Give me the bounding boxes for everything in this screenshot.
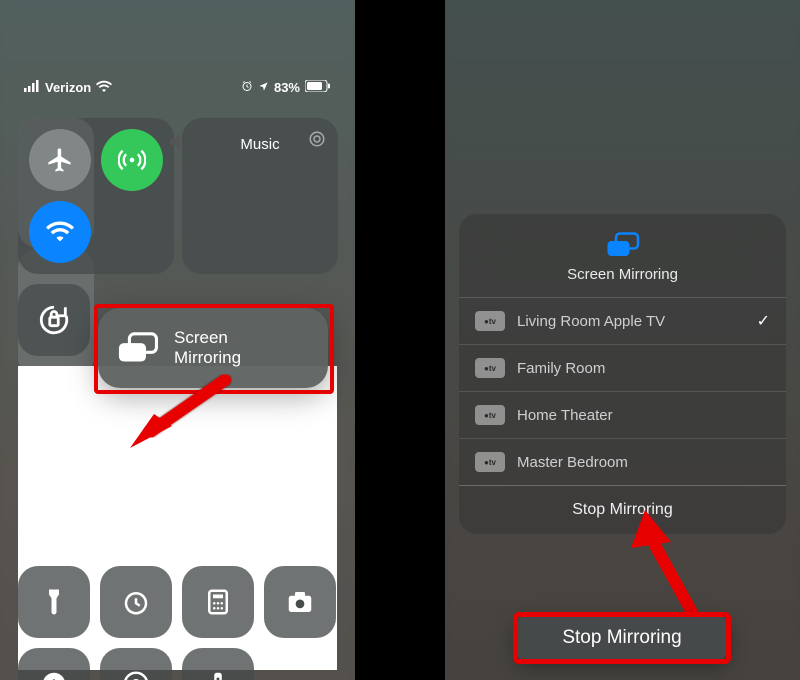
appletv-badge-icon: ●tv [475, 311, 505, 331]
location-icon [258, 80, 269, 95]
wifi-button[interactable] [29, 201, 91, 263]
timer-button[interactable] [100, 566, 172, 638]
screen-mirroring-sheet: Screen Mirroring ●tv Living Room Apple TV… [459, 214, 786, 534]
device-name: Home Theater [517, 407, 613, 424]
battery-percent-label: 83% [274, 80, 300, 95]
checkmark-icon: ✓ [757, 311, 770, 331]
device-row[interactable]: ●tv Home Theater [459, 392, 786, 439]
device-name: Living Room Apple TV [517, 313, 665, 330]
screen-mirroring-icon [606, 232, 640, 258]
connectivity-tile[interactable] [18, 118, 174, 274]
alarm-icon [241, 80, 253, 95]
device-name: Family Room [517, 360, 605, 377]
stop-mirroring-button[interactable]: Stop Mirroring [459, 486, 786, 534]
device-name: Master Bedroom [517, 454, 628, 471]
stop-mirroring-callout[interactable]: Stop Mirroring [517, 616, 727, 660]
home-button[interactable] [18, 648, 90, 680]
appletv-badge-icon: ●tv [475, 358, 505, 378]
screen-mirroring-icon [116, 332, 160, 364]
camera-button[interactable] [264, 566, 336, 638]
device-list: ●tvLiving Room Apple TV✓●tvFamily Room●t… [459, 298, 786, 486]
right-phone-mirroring-sheet: Screen Mirroring ●tv Living Room Apple TV… [445, 0, 800, 680]
cellular-data-button[interactable] [101, 129, 163, 191]
airplane-mode-button[interactable] [29, 129, 91, 191]
battery-icon [305, 80, 331, 95]
black-gap [355, 0, 445, 680]
status-bar: Verizon 83% [0, 80, 355, 95]
appletv-badge-icon: ●tv [475, 405, 505, 425]
calculator-button[interactable] [182, 566, 254, 638]
popout-label: ScreenMirroring [174, 328, 241, 368]
device-row[interactable]: ●tv Family Room [459, 345, 786, 392]
screen-mirroring-popout[interactable]: ScreenMirroring [98, 308, 328, 388]
sheet-header: Screen Mirroring [459, 214, 786, 298]
remote-button[interactable] [182, 648, 254, 680]
left-phone-control-center: Verizon 83% [0, 0, 355, 680]
device-row[interactable]: ●tv Master Bedroom [459, 439, 786, 486]
music-label: Music [182, 136, 338, 153]
rotation-lock-button[interactable] [18, 284, 90, 356]
appletv-badge-icon: ●tv [475, 452, 505, 472]
sheet-title: Screen Mirroring [459, 266, 786, 283]
carrier-label: Verizon [45, 80, 91, 95]
device-row[interactable]: ●tv Living Room Apple TV ✓ [459, 298, 786, 345]
flashlight-button[interactable] [18, 566, 90, 638]
music-tile[interactable]: Music [182, 118, 338, 274]
wifi-icon [96, 80, 112, 95]
screen-record-button[interactable] [100, 648, 172, 680]
signal-icon [24, 80, 40, 95]
